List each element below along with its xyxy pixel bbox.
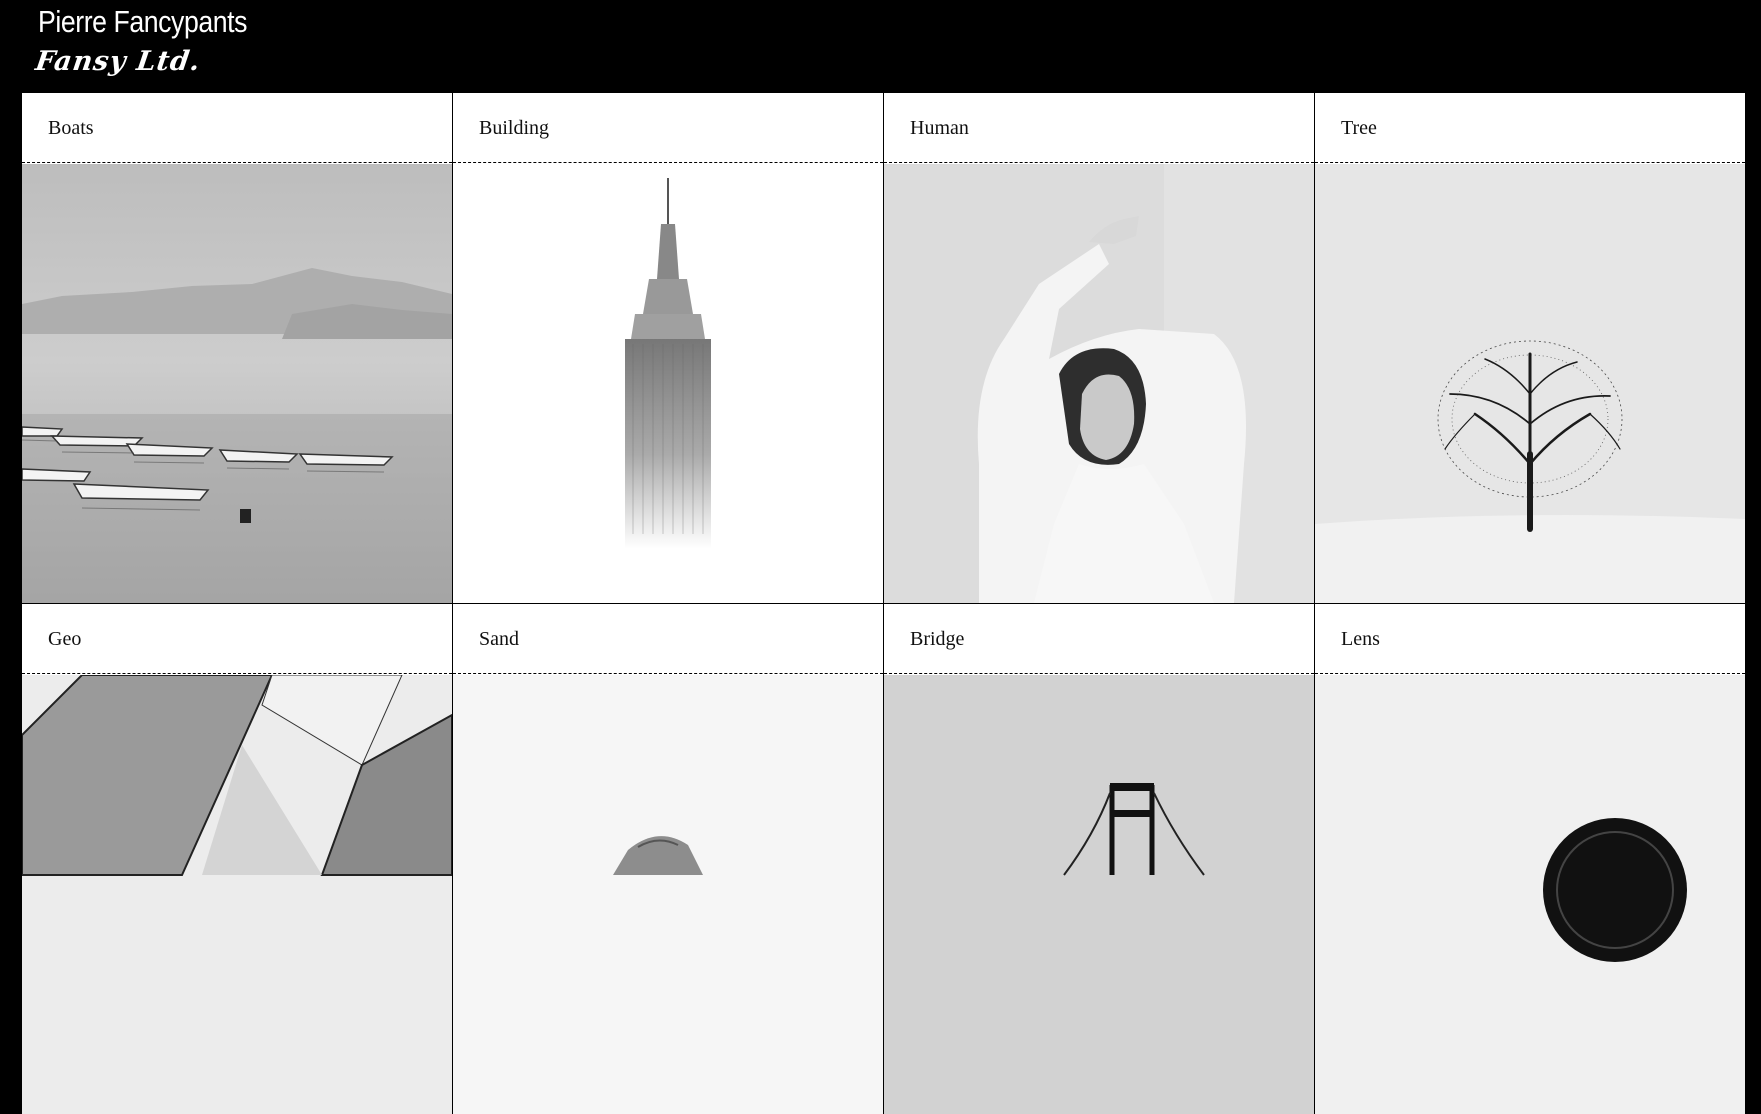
building-photo[interactable] [453,164,883,603]
sand-photo[interactable] [453,675,883,1114]
gallery-card-tree[interactable]: Tree [1315,93,1745,603]
card-title: Geo [48,628,82,650]
gallery-card-boats[interactable]: Boats [22,93,452,603]
card-header: Human [884,93,1314,163]
card-header: Building [453,93,883,163]
card-title: Bridge [910,628,965,650]
lens-photo[interactable] [1315,675,1745,1114]
site-header: Pierre Fancypants Fansy Ltd. [0,0,1761,93]
tree-photo[interactable] [1315,164,1745,603]
card-header: Boats [22,93,452,163]
gallery-card-sand[interactable]: Sand [453,604,883,1114]
card-title: Building [479,117,550,139]
card-header: Lens [1315,604,1745,674]
gallery-card-human[interactable]: Human [884,93,1314,603]
gallery-card-lens[interactable]: Lens [1315,604,1745,1114]
gallery-card-building[interactable]: Building [453,93,883,603]
geo-photo[interactable] [22,675,452,1114]
boats-photo[interactable] [22,164,452,603]
gallery-card-bridge[interactable]: Bridge [884,604,1314,1114]
card-title: Tree [1341,117,1377,139]
card-header: Bridge [884,604,1314,674]
card-header: Sand [453,604,883,674]
card-header: Geo [22,604,452,674]
bridge-photo[interactable] [884,675,1314,1114]
card-title: Boats [48,117,94,139]
gallery-grid: Boats Building Human Tree Geo Sand Bridg… [22,93,1746,1114]
brand-logo[interactable]: Fansy Ltd. [33,45,203,79]
site-title[interactable]: Pierre Fancypants [38,2,247,42]
card-header: Tree [1315,93,1745,163]
card-title: Sand [479,628,519,650]
gallery-card-geo[interactable]: Geo [22,604,452,1114]
card-title: Human [910,117,969,139]
human-photo[interactable] [884,164,1314,603]
card-title: Lens [1341,628,1380,650]
